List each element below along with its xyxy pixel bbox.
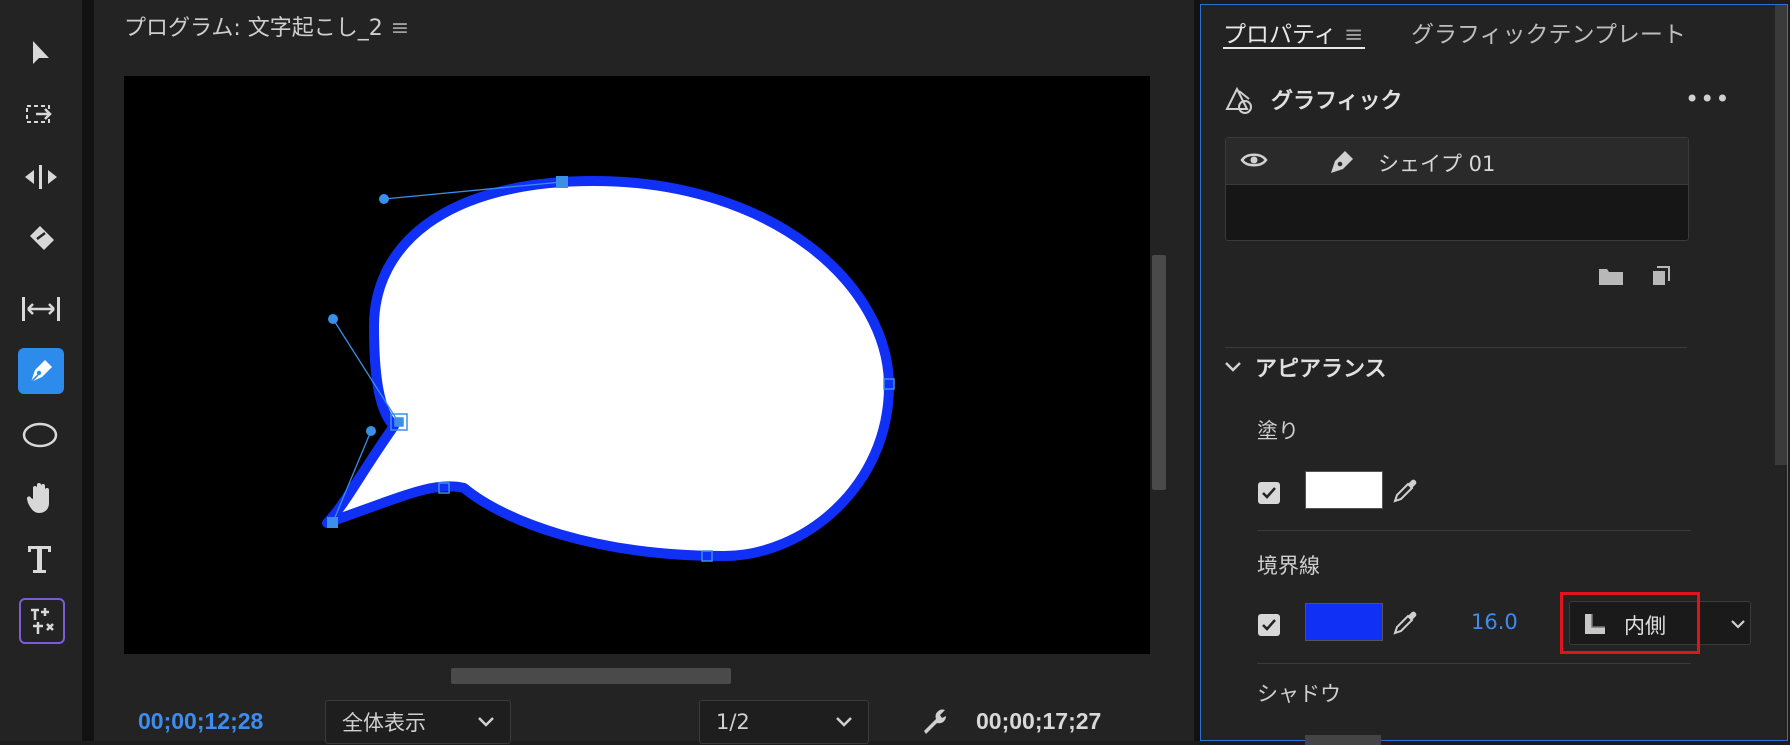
selection-tool[interactable] xyxy=(18,30,64,76)
ripple-edit-icon xyxy=(25,165,57,189)
graphic-section-title: グラフィック xyxy=(1271,89,1403,114)
panel-divider xyxy=(82,0,94,741)
resolution-value: 1/2 xyxy=(716,710,750,734)
fill-color-swatch[interactable] xyxy=(1305,471,1383,509)
track-select-tool[interactable] xyxy=(18,92,64,138)
properties-panel: プロパティ ≡ グラフィックテンプレート グラフィック ••• シェイプ 01 … xyxy=(1200,4,1788,745)
hand-icon xyxy=(26,483,49,513)
eye-icon[interactable] xyxy=(1240,150,1268,170)
tools-panel xyxy=(0,0,82,741)
selection-tool-icon xyxy=(33,41,49,64)
monitor-title-text: プログラム: 文字起こし_2 xyxy=(124,16,383,41)
razor-icon xyxy=(30,226,54,250)
layer-list: シェイプ 01 xyxy=(1225,137,1689,241)
type-tool[interactable] xyxy=(18,536,64,582)
appearance-section-title[interactable]: アピアランス xyxy=(1255,351,1387,383)
current-timecode[interactable]: 00;00;12;28 xyxy=(138,708,263,735)
section-divider xyxy=(1257,663,1691,664)
eyedropper-icon[interactable] xyxy=(1391,607,1421,637)
layer-item[interactable]: シェイプ 01 xyxy=(1226,138,1688,185)
ai-tool[interactable] xyxy=(19,598,65,644)
slip-tool[interactable] xyxy=(18,286,64,332)
hand-tool[interactable] xyxy=(18,474,64,520)
section-divider xyxy=(1257,530,1691,531)
speech-bubble-shape[interactable] xyxy=(124,76,1150,654)
zoom-level-value: 全体表示 xyxy=(342,711,426,735)
eyedropper-icon[interactable] xyxy=(1391,475,1421,505)
type-icon xyxy=(28,546,51,573)
folder-icon[interactable] xyxy=(1597,265,1625,287)
video-canvas[interactable] xyxy=(124,76,1150,654)
ripple-edit-tool[interactable] xyxy=(18,154,64,200)
ellipse-tool[interactable] xyxy=(18,412,64,458)
more-options-icon[interactable]: ••• xyxy=(1685,85,1730,113)
graphic-layer-icon xyxy=(1225,86,1252,114)
panel-menu-icon[interactable]: ≡ xyxy=(1344,22,1363,48)
chevron-down-icon xyxy=(836,717,852,727)
tab-properties-label: プロパティ xyxy=(1223,22,1337,48)
horizontal-scrollbar[interactable] xyxy=(451,668,731,684)
stroke-width-value[interactable]: 16.0 xyxy=(1471,610,1518,634)
active-tab-indicator xyxy=(1223,47,1365,49)
razor-tool[interactable] xyxy=(18,216,64,262)
section-divider xyxy=(1225,347,1687,348)
program-monitor: プログラム: 文字起こし_2 ≡ 00;00;12;28 全体表示 1/2 00… xyxy=(94,0,1194,744)
chevron-down-icon xyxy=(1731,620,1745,629)
stroke-color-swatch[interactable] xyxy=(1305,603,1383,641)
wrench-icon[interactable] xyxy=(920,706,950,736)
shadow-label: シャドウ xyxy=(1257,682,1341,706)
ellipse-icon xyxy=(22,422,58,448)
chevron-down-icon[interactable] xyxy=(1223,357,1243,377)
highlight-box xyxy=(1560,592,1700,654)
chevron-down-icon xyxy=(478,717,494,727)
track-select-icon xyxy=(26,105,52,123)
ai-tool-icon xyxy=(31,608,54,634)
monitor-title[interactable]: プログラム: 文字起こし_2 ≡ xyxy=(124,10,409,42)
new-layer-icon[interactable] xyxy=(1649,265,1673,287)
fill-checkbox[interactable] xyxy=(1257,481,1281,505)
stroke-checkbox[interactable] xyxy=(1257,613,1281,637)
pen-icon xyxy=(30,360,52,383)
zoom-level-select[interactable]: 全体表示 xyxy=(325,700,511,744)
tab-properties[interactable]: プロパティ ≡ xyxy=(1223,15,1363,49)
playback-resolution-select[interactable]: 1/2 xyxy=(699,700,869,744)
fill-label: 塗り xyxy=(1257,419,1299,443)
pen-tool[interactable] xyxy=(18,348,64,394)
pen-layer-icon xyxy=(1331,151,1353,173)
stroke-label: 境界線 xyxy=(1257,554,1320,578)
layer-name: シェイプ 01 xyxy=(1378,152,1496,176)
panel-menu-icon[interactable]: ≡ xyxy=(391,16,409,41)
duration-timecode: 00;00;17;27 xyxy=(976,708,1102,734)
panel-scrollbar[interactable] xyxy=(1775,5,1787,465)
slip-icon xyxy=(22,297,60,321)
vertical-scrollbar[interactable] xyxy=(1152,255,1166,490)
tab-graphic-templates[interactable]: グラフィックテンプレート xyxy=(1411,15,1686,49)
shadow-color-swatch[interactable] xyxy=(1305,735,1381,745)
